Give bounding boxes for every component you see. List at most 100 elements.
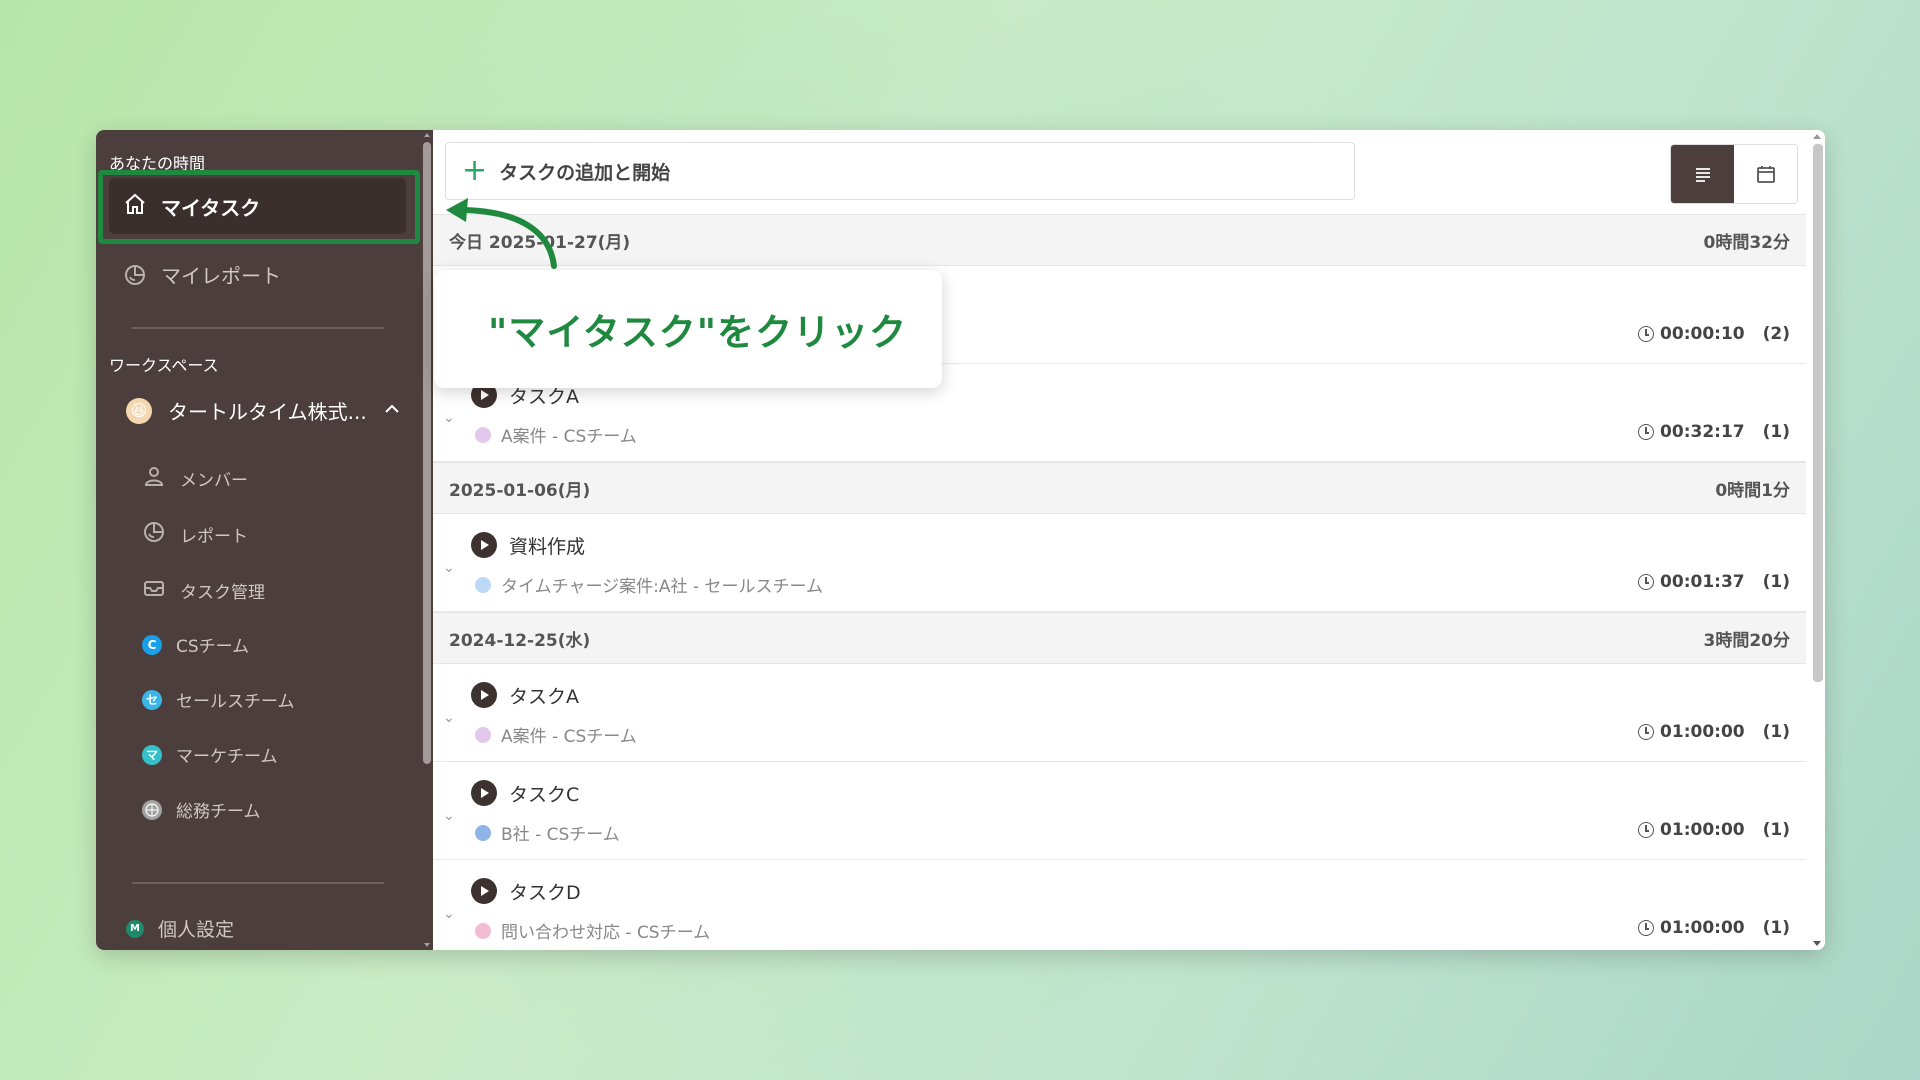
chevron-down-icon[interactable]: ⌄ [443,808,455,824]
task-time-value: 01:00:00 [1660,722,1745,742]
task-time: 00:01:37 (1) [1638,572,1790,592]
scroll-down-arrow[interactable] [424,943,430,947]
report-icon [142,520,166,549]
sidebar-item-marketing-team[interactable]: マ マーケチーム [142,742,278,767]
chevron-down-icon[interactable]: ⌄ [443,560,455,576]
play-button[interactable] [471,780,497,806]
task-count: (1) [1762,572,1790,592]
sidebar-item-cs-team[interactable]: C CSチーム [142,632,249,657]
scroll-up-arrow[interactable] [424,133,430,137]
date-label: 2025-01-06(月) [449,480,591,501]
task-name: 資料作成 [509,536,586,558]
chevron-down-icon[interactable]: ⌄ [443,906,455,922]
sidebar-item-general-team[interactable]: 総務チーム [142,797,261,822]
sidebar-item-personal-settings[interactable]: M 個人設定 [126,915,234,942]
task-name: タスクC [509,784,580,806]
list-icon [1695,168,1710,182]
team-general-icon [142,799,162,820]
task-row[interactable]: ⌄ タスクD 問い合わせ対応 - CSチーム 01:00:00 (1) [433,860,1806,950]
sidebar-item-task-management[interactable]: タスク管理 [142,576,265,605]
date-label: 2024-12-25(水) [449,630,591,651]
project-label: A案件 - CSチーム [501,427,637,447]
play-button[interactable] [471,532,497,558]
chevron-down-icon[interactable]: ⌄ [443,710,455,726]
chevron-up-icon [383,399,401,423]
plus-icon: + [462,153,488,188]
task-project: A案件 - CSチーム [475,722,637,747]
inbox-icon [142,576,166,605]
calendar-icon [1756,166,1775,183]
sidebar-item-report[interactable]: レポート [142,520,248,549]
task-row[interactable]: ⌄ タスクA A案件 - CSチーム 01:00:00 (1) [433,664,1806,762]
play-icon [481,690,489,700]
personal-avatar: M [126,919,144,938]
divider [132,882,384,884]
team-ma-icon: マ [142,744,162,765]
task-name: タスクD [509,882,581,904]
team-c-icon: C [142,634,162,655]
task-project: タイムチャージ案件:A社 - セールスチーム [475,572,823,597]
date-header: 2025-01-06(月) 0時間1分 [433,462,1806,514]
play-button[interactable] [471,682,497,708]
clock-icon [1638,424,1655,440]
callout-text: "マイタスク"をクリック [488,311,908,354]
date-duration: 0時間1分 [1715,480,1790,501]
scroll-down-arrow[interactable] [1813,941,1821,946]
sidebar-item-label: マイタスク [161,195,261,220]
main-content: + タスクの追加と開始 今日 2025-01-27(月) 0時間32分 ⌄ [433,130,1825,950]
sidebar-item-label: 個人設定 [158,919,235,941]
topbar: + タスクの追加と開始 [433,130,1825,214]
task-time-value: 00:32:17 [1660,422,1745,442]
project-color-dot [475,726,491,743]
workspace-selector[interactable]: 😆 タートルタイム株式... [126,396,401,425]
task-time-value: 00:01:37 [1660,572,1745,592]
play-icon [481,540,489,550]
sidebar: あなたの時間 マイタスク マイレポート ワークスペース 😆 タートルタイム株式.… [96,130,433,950]
task-row[interactable]: ⌄ 資料作成 タイムチャージ案件:A社 - セールスチーム 00:01:37 (… [433,514,1806,612]
sidebar-item-label: マーケチーム [176,747,278,767]
sidebar-item-my-report[interactable]: マイレポート [123,260,281,289]
sidebar-item-label: メンバー [180,471,248,491]
sidebar-item-label: CSチーム [176,637,250,657]
date-header: 2024-12-25(水) 3時間20分 [433,612,1806,664]
person-icon [142,464,166,493]
workspace-avatar: 😆 [126,397,152,424]
task-count: (2) [1762,324,1790,344]
task-count: (1) [1762,918,1790,938]
pointer-arrow-icon [446,198,557,269]
project-color-dot [475,922,491,939]
scroll-up-arrow[interactable] [1813,134,1821,139]
workspace-name: タートルタイム株式... [168,400,367,424]
home-icon [123,192,147,221]
task-project: B社 - CSチーム [475,820,620,845]
list-view-button[interactable] [1671,145,1734,203]
sidebar-item-label: タスク管理 [180,583,265,603]
task-row[interactable]: ⌄ タスクC B社 - CSチーム 01:00:00 (1) [433,762,1806,860]
chevron-down-icon[interactable]: ⌄ [443,410,455,426]
task-name: タスクA [509,686,579,708]
project-color-dot [475,824,491,841]
task-count: (1) [1762,422,1790,442]
tutorial-callout: "マイタスク"をクリック [434,270,942,388]
project-color-dot [475,576,491,593]
app-window: あなたの時間 マイタスク マイレポート ワークスペース 😆 タートルタイム株式.… [96,130,1825,950]
task-count: (1) [1762,722,1790,742]
divider [132,327,384,329]
clock-icon [1638,822,1655,838]
task-time: 00:00:10 (2) [1638,324,1790,344]
play-button[interactable] [471,878,497,904]
date-header: 今日 2025-01-27(月) 0時間32分 [433,214,1806,266]
task-project: 問い合わせ対応 - CSチーム [475,918,710,943]
sidebar-item-members[interactable]: メンバー [142,464,248,493]
project-label: タイムチャージ案件:A社 - セールスチーム [501,577,823,597]
project-label: 問い合わせ対応 - CSチーム [501,923,711,943]
add-task-input[interactable]: + タスクの追加と開始 [445,142,1355,200]
calendar-view-button[interactable] [1734,145,1797,203]
project-label: A案件 - CSチーム [501,727,637,747]
sidebar-item-sales-team[interactable]: セ セールスチーム [142,687,295,712]
main-scrollbar[interactable] [1813,144,1823,682]
task-project: A案件 - CSチーム [475,422,637,447]
task-time-value: 01:00:00 [1660,918,1745,938]
sidebar-item-my-tasks[interactable]: マイタスク [109,178,406,234]
clock-icon [1638,574,1655,590]
